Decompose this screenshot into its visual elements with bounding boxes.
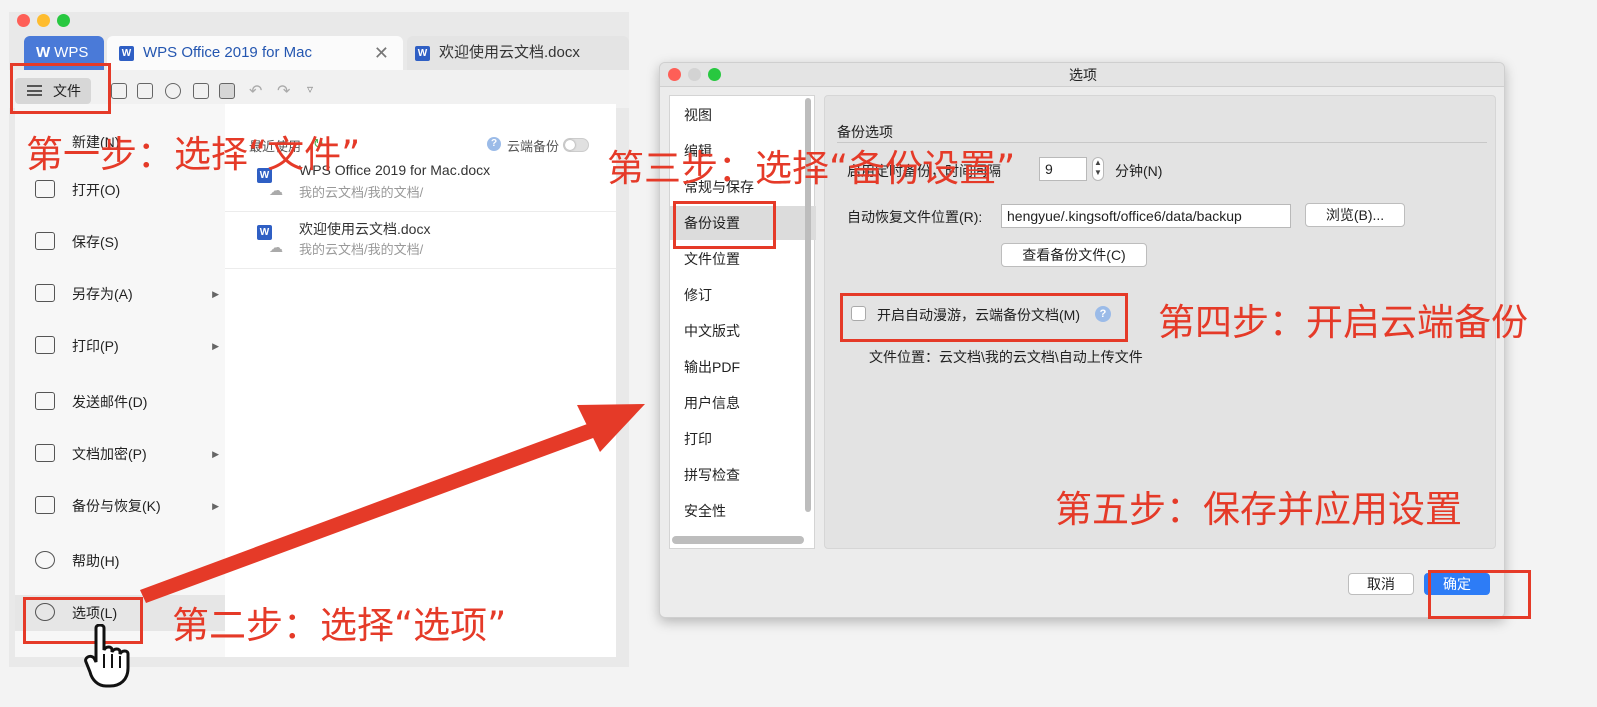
hand-cursor-icon bbox=[84, 624, 130, 688]
annotation-arrow bbox=[140, 404, 645, 603]
arrow-shaft bbox=[140, 420, 604, 603]
